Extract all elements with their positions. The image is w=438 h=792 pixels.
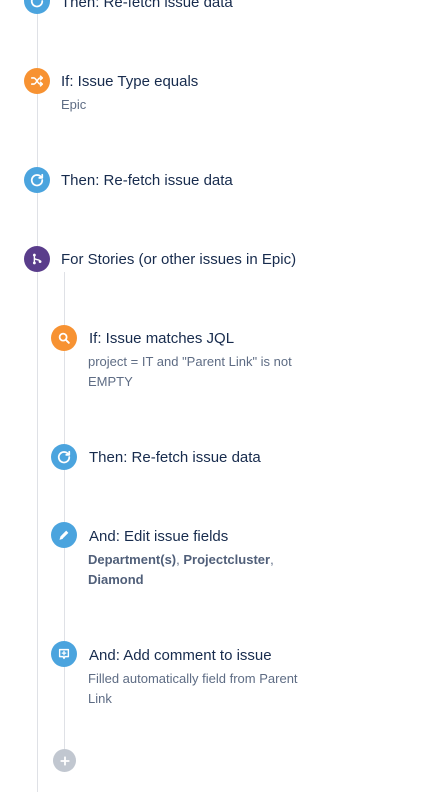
step-issue-type-condition-node[interactable] <box>24 68 50 94</box>
step-refetch-node-top[interactable] <box>24 0 50 14</box>
step-edit-fields-node[interactable] <box>51 522 77 548</box>
plus-icon <box>59 755 70 766</box>
step-jql-condition-node[interactable] <box>51 325 77 351</box>
field-separator-trailing: , <box>270 552 274 567</box>
comment-text-line-1: Filled automatically field from Parent <box>88 671 298 686</box>
automation-rule-flow: Then: Re-fetch issue data If: Issue Type… <box>0 0 438 792</box>
step-refetch-node-3[interactable] <box>51 444 77 470</box>
refresh-icon <box>30 173 44 187</box>
add-component-button[interactable] <box>53 749 76 772</box>
step-issue-type-condition-title[interactable]: If: Issue Type equals <box>61 73 198 91</box>
field-projectcluster: Projectcluster <box>183 552 271 567</box>
step-branch-stories-title[interactable]: For Stories (or other issues in Epic) <box>61 251 296 269</box>
step-issue-type-condition-detail: Epic <box>61 97 87 112</box>
step-add-comment-detail: Filled automatically field from Parent L… <box>88 669 328 709</box>
pencil-icon <box>59 530 69 540</box>
step-refetch-title-top[interactable]: Then: Re-fetch issue data <box>61 0 233 12</box>
step-jql-condition-detail: project = IT and "Parent Link" is not EM… <box>88 352 328 392</box>
comment-icon <box>58 648 70 660</box>
outer-connector-line <box>37 0 38 792</box>
jql-query-line-2: EMPTY <box>88 374 133 389</box>
step-edit-fields-title[interactable]: And: Edit issue fields <box>89 528 228 546</box>
step-add-comment-title[interactable]: And: Add comment to issue <box>89 647 272 665</box>
search-icon <box>58 332 70 344</box>
shuffle-icon <box>30 75 44 87</box>
comment-text-line-2: Link <box>88 691 112 706</box>
jql-query-line-1: project = IT and "Parent Link" is not <box>88 354 292 369</box>
step-branch-stories-node[interactable] <box>24 246 50 272</box>
step-add-comment-node[interactable] <box>51 641 77 667</box>
step-jql-condition-title[interactable]: If: Issue matches JQL <box>89 330 234 348</box>
step-refetch-node-2[interactable] <box>24 167 50 193</box>
step-refetch-title-2[interactable]: Then: Re-fetch issue data <box>61 172 233 190</box>
refresh-icon <box>30 0 44 8</box>
refresh-icon <box>57 450 71 464</box>
field-diamond: Diamond <box>88 572 144 587</box>
step-refetch-title-3[interactable]: Then: Re-fetch issue data <box>89 449 261 467</box>
branch-icon <box>32 253 42 265</box>
field-department: Department(s) <box>88 552 177 567</box>
step-edit-fields-detail: Department(s), Projectcluster, Diamond <box>88 550 328 590</box>
